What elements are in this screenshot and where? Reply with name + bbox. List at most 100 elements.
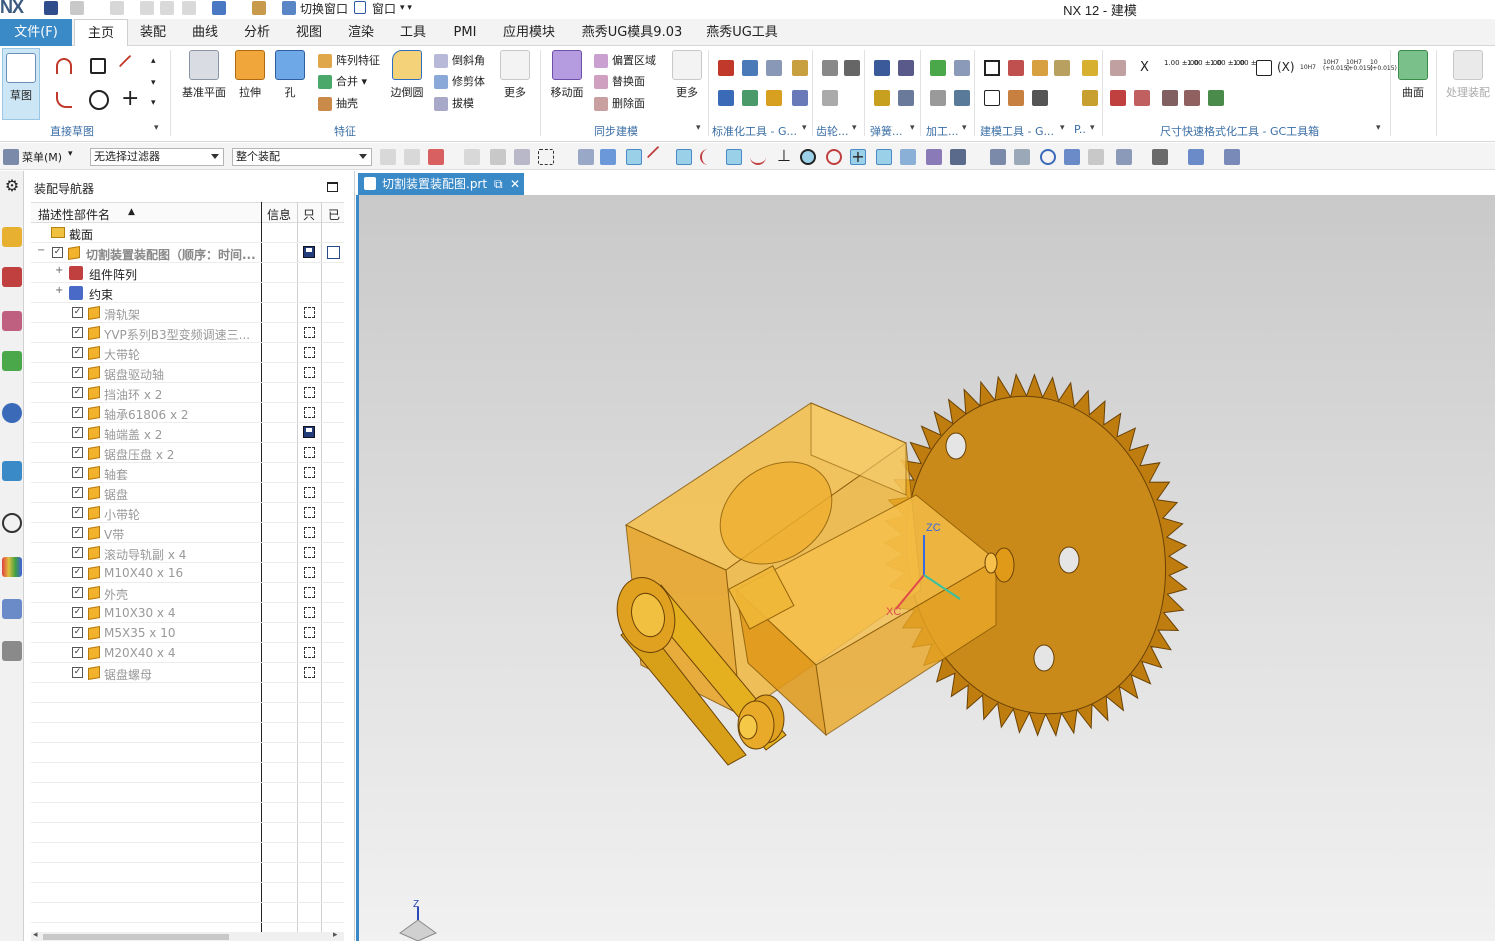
surface-button[interactable]: 曲面 (1396, 50, 1430, 100)
snap-icon[interactable] (600, 149, 616, 165)
snap-icon[interactable] (950, 149, 966, 165)
machining-tool-icon[interactable] (930, 90, 946, 106)
dim-tool-icon[interactable] (1208, 90, 1224, 106)
modeling-tool-icon[interactable] (1032, 60, 1048, 76)
std-tool-icon[interactable] (718, 60, 734, 76)
dim-format-button[interactable]: 10 (+0.015) (1370, 60, 1397, 78)
view-tool-icon[interactable] (990, 149, 1006, 165)
dim-format-button[interactable]: 1.00 ±.00 (1233, 60, 1268, 78)
std-tool-icon[interactable] (742, 60, 758, 76)
checkbox[interactable]: ✓ (72, 407, 83, 418)
tree-row[interactable]: ✓ 大带轮 (31, 343, 344, 363)
unite-button[interactable]: 合并 ▾ (318, 73, 367, 91)
tree-row[interactable]: − ✓ 切割装置装配图（顺序：时间... (31, 243, 344, 263)
tree-row[interactable]: ✓ M10X30 x 4 (31, 603, 344, 623)
rectangle-icon[interactable] (90, 58, 106, 74)
dim-format-button[interactable]: 1.00 ±.00 (1164, 60, 1199, 78)
assembly-navigator-icon[interactable] (2, 227, 22, 247)
menu-button[interactable]: 菜单(M) (22, 149, 62, 165)
undo-icon[interactable] (70, 1, 84, 15)
dim-format-button[interactable]: 10H7 (+0.015) (1346, 60, 1373, 78)
copy-icon[interactable] (160, 1, 174, 15)
tree-row[interactable]: ✓ 外壳 (31, 583, 344, 603)
group-menu-icon[interactable]: ▾ (962, 123, 967, 133)
std-tool-icon[interactable] (718, 90, 734, 106)
select-tool-icon[interactable] (428, 149, 444, 165)
dim-format-button[interactable]: 1.00 ±.00 (1210, 60, 1245, 78)
save-icon[interactable] (44, 1, 58, 15)
datum-plane-button[interactable]: 基准平面 (180, 50, 228, 100)
snap-icon[interactable] (926, 149, 942, 165)
spring-tool-icon[interactable] (874, 90, 890, 106)
part-icon[interactable] (212, 1, 226, 15)
gear-icon[interactable]: ⚙ (2, 177, 22, 197)
tree-row[interactable]: ✓ 锯盘螺母 (31, 663, 344, 683)
more-feature-button[interactable]: 更多 (498, 50, 532, 100)
gear-tool-icon[interactable] (822, 60, 838, 76)
tree-row[interactable]: ✓ 滑轨架 (31, 303, 344, 323)
checkbox[interactable]: ✓ (72, 507, 83, 518)
expand-icon[interactable]: + (55, 285, 63, 296)
checkbox[interactable]: ✓ (72, 427, 83, 438)
checkbox[interactable]: ✓ (72, 667, 83, 678)
spring-tool-icon[interactable] (898, 60, 914, 76)
move-face-button[interactable]: 移动面 (548, 50, 586, 100)
column-modified[interactable]: 已 (328, 206, 340, 223)
collapse-icon[interactable]: − (37, 245, 45, 256)
std-tool-icon[interactable] (742, 90, 758, 106)
palette-icon[interactable] (2, 557, 22, 577)
view-tool-icon[interactable] (1116, 149, 1132, 165)
switch-window-button[interactable]: 切换窗口 (300, 0, 348, 17)
group-menu-icon[interactable]: ▾ (1060, 123, 1065, 133)
window-icon[interactable] (354, 1, 366, 14)
dim-tool-icon[interactable] (1110, 60, 1126, 76)
group-menu-icon[interactable]: ▾ (852, 123, 857, 133)
dim-format-button[interactable]: 1.00 ±.00 (1187, 60, 1222, 78)
profile-icon[interactable] (56, 58, 72, 74)
scroll-right-icon[interactable]: ▸ (333, 930, 338, 940)
checkbox[interactable]: ✓ (72, 387, 83, 398)
more-icon[interactable]: ▾ (151, 98, 167, 114)
tree-row[interactable]: ✓ 小带轮 (31, 503, 344, 523)
modeling-tool-icon[interactable] (1008, 90, 1024, 106)
document-tab[interactable]: 切割装置装配图.prt ⧉ ✕ (358, 173, 524, 195)
tree-row[interactable]: ✓ 锯盘 (31, 483, 344, 503)
tab-assembly[interactable]: 装配 (132, 19, 174, 46)
tab-view[interactable]: 视图 (288, 19, 330, 46)
tab-pmi[interactable]: PMI (444, 19, 486, 46)
selection-scope-select[interactable]: 整个装配 (232, 148, 372, 166)
scroll-down-icon[interactable]: ▾ (151, 78, 167, 94)
tab-tools[interactable]: 工具 (392, 19, 434, 46)
snap-curve-icon[interactable] (700, 149, 716, 165)
tab-yanxiu-mold[interactable]: 燕秀UG模具9.03 (574, 19, 690, 46)
dim-format-button[interactable]: 10H7 (1300, 64, 1316, 82)
box-select-icon[interactable] (538, 149, 554, 165)
tree-row[interactable]: ✓ 轴端盖 x 2 (31, 423, 344, 443)
group-menu-icon[interactable]: ▾ (154, 123, 159, 133)
std-tool-icon[interactable] (766, 60, 782, 76)
repeat-icon[interactable] (252, 1, 266, 15)
tab-home[interactable]: 主页 (74, 19, 128, 46)
roles-icon[interactable] (2, 599, 22, 619)
checkbox[interactable]: ✓ (72, 347, 83, 358)
tree-row[interactable]: ✓ 锯盘驱动轴 (31, 363, 344, 383)
tree-row[interactable]: + 约束 (31, 283, 344, 303)
spring-tool-icon[interactable] (874, 60, 890, 76)
menu-dropdown-icon[interactable]: ▾ (68, 149, 73, 159)
point-icon[interactable]: + (121, 88, 139, 110)
tree-row[interactable]: ✓ M20X40 x 4 (31, 643, 344, 663)
checkbox[interactable]: ✓ (72, 547, 83, 558)
close-icon[interactable]: ✕ (510, 173, 520, 195)
group-menu-icon[interactable]: ▾ (802, 123, 807, 133)
tree-row[interactable]: 截面 (31, 223, 344, 243)
column-info[interactable]: 信息 (267, 206, 291, 223)
pattern-feature-button[interactable]: 阵列特征 (318, 52, 380, 70)
snap-quadrant-icon[interactable] (826, 149, 842, 165)
tree-row[interactable]: + 组件阵列 (31, 263, 344, 283)
machining-tool-icon[interactable] (930, 60, 946, 76)
checkbox[interactable]: ✓ (72, 487, 83, 498)
tree-row[interactable]: ✓ YVP系列B3型变频调速三... (31, 323, 344, 343)
checkbox[interactable]: ✓ (72, 467, 83, 478)
window-button[interactable]: 窗口 (372, 0, 396, 17)
dropdown-icon[interactable]: ▾ ▾ (400, 3, 412, 13)
